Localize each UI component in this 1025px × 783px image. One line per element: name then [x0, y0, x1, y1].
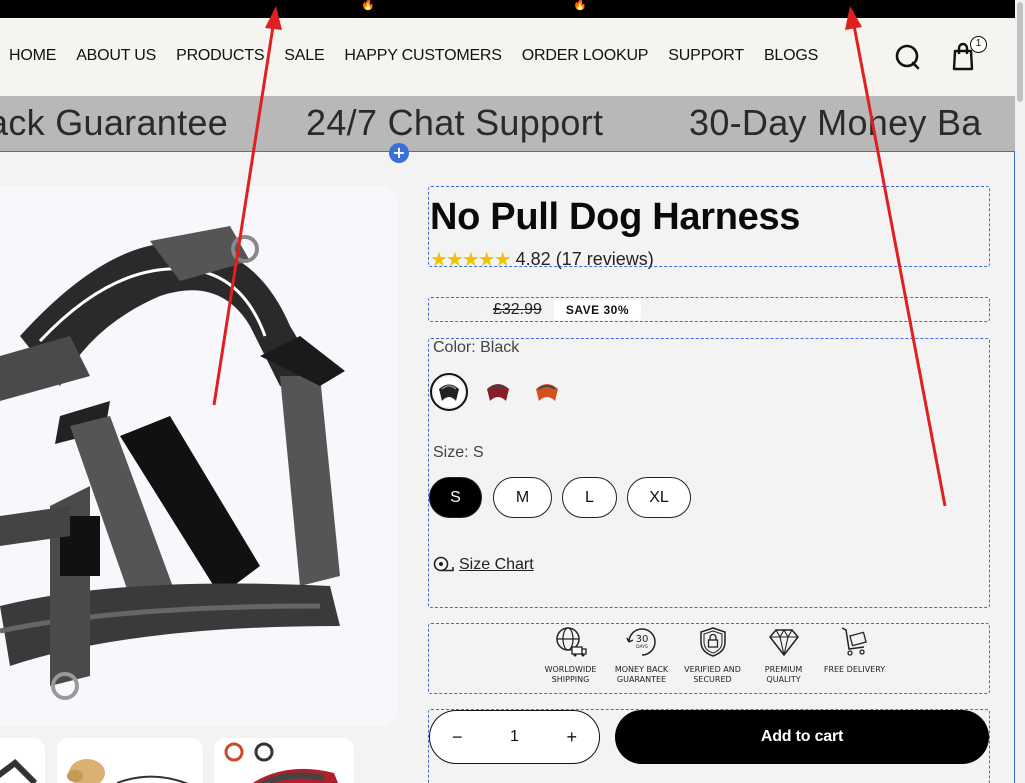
trust-badges: WORLDWIDE SHIPPING 30 DAYS MONEY BACK GUA…	[535, 625, 890, 685]
badge-label: WORLDWIDE SHIPPING	[544, 665, 597, 684]
size-option-l[interactable]: L	[562, 477, 617, 518]
size-chart-text: Size Chart	[459, 556, 534, 573]
badge-worldwide-shipping: WORLDWIDE SHIPPING	[535, 625, 606, 685]
dog-harness-image	[0, 226, 345, 700]
nav-item-products[interactable]: PRODUCTS	[176, 47, 264, 65]
cart-count-badge: 1	[970, 36, 987, 53]
badge-premium-quality: PREMIUM QUALITY	[748, 625, 819, 685]
tape-measure-icon	[433, 556, 454, 572]
30-days-number: 30	[635, 634, 648, 645]
compare-price: £32.99	[492, 301, 542, 318]
search-icon[interactable]	[893, 39, 923, 73]
badge-money-back: 30 DAYS MONEY BACK GUARANTEE	[606, 625, 677, 685]
thumbnail-image[interactable]	[0, 738, 45, 783]
thumbnail-strip	[0, 738, 400, 783]
add-section-button[interactable]: +	[389, 143, 409, 163]
current-price: £22.99	[432, 301, 481, 318]
30-days-unit: DAYS	[636, 644, 648, 650]
badge-free-delivery: FREE DELIVERY	[819, 625, 890, 685]
cart-box-icon	[841, 627, 867, 656]
shopping-bag-icon[interactable]: 1	[949, 36, 987, 73]
size-option-m[interactable]: M	[493, 477, 552, 518]
marquee-item: ack Guarantee	[0, 102, 229, 143]
product-main-image[interactable]	[0, 186, 398, 726]
header-actions: 1	[893, 36, 987, 73]
quantity-value[interactable]: 1	[510, 728, 519, 746]
price-row: £22.99 £32.99 SAVE 30%	[432, 300, 642, 320]
benefits-marquee: ack Guarantee 24/7 Chat Support 30-Day M…	[0, 96, 1015, 151]
marquee-item: 24/7 Chat Support	[306, 102, 604, 143]
add-to-cart-button[interactable]: Add to cart	[615, 710, 989, 764]
color-swatch-red[interactable]	[479, 373, 517, 411]
30-days-icon: 30DAYS	[625, 628, 656, 656]
size-label: Size: S	[433, 444, 484, 461]
marquee-item: 30-Day Money Ba	[689, 102, 982, 143]
scrollbar-thumb[interactable]	[1017, 2, 1023, 102]
flame-icon: 🔥	[573, 0, 587, 11]
main-nav: HOME ABOUT US PRODUCTS SALE HAPPY CUSTOM…	[9, 47, 818, 65]
size-option-xl[interactable]: XL	[627, 477, 691, 518]
color-swatch-black[interactable]	[430, 373, 468, 411]
flame-icon: 🔥	[361, 0, 375, 11]
product-rating[interactable]: ★★★★★ 4.82 (17 reviews)	[430, 247, 654, 272]
color-label: Color: Black	[433, 339, 520, 356]
size-chart-link[interactable]: Size Chart	[433, 556, 534, 574]
star-rating-icon: ★★★★★	[430, 249, 512, 271]
save-badge: SAVE 30%	[553, 300, 642, 320]
quantity-increase-button[interactable]: +	[566, 727, 577, 748]
announcement-bar: 🔥 🔥	[0, 0, 1015, 18]
globe-truck-icon	[555, 627, 587, 657]
badge-label: MONEY BACK GUARANTEE	[614, 665, 669, 684]
color-swatch-orange[interactable]	[528, 373, 566, 411]
page-scrollbar[interactable]	[1015, 0, 1025, 783]
thumbnail-image[interactable]	[214, 738, 354, 783]
badge-verified-secured: VERIFIED AND SECURED	[677, 625, 748, 685]
nav-item-blogs[interactable]: BLOGS	[764, 47, 818, 65]
product-title: No Pull Dog Harness	[430, 196, 801, 238]
site-header: HOME ABOUT US PRODUCTS SALE HAPPY CUSTOM…	[0, 18, 1015, 96]
size-option-s[interactable]: S	[429, 477, 482, 518]
nav-item-home[interactable]: HOME	[9, 47, 56, 65]
diamond-icon	[768, 628, 799, 656]
quantity-stepper: − 1 +	[429, 710, 600, 764]
nav-item-about-us[interactable]: ABOUT US	[76, 47, 156, 65]
nav-item-happy-customers[interactable]: HAPPY CUSTOMERS	[344, 47, 502, 65]
nav-item-sale[interactable]: SALE	[284, 47, 324, 65]
thumbnail-image[interactable]	[57, 738, 203, 783]
shield-lock-icon	[699, 627, 726, 657]
badge-label: VERIFIED AND SECURED	[684, 665, 741, 684]
product-page: 🔥 🔥 HOME ABOUT US PRODUCTS SALE HAPPY CU…	[0, 0, 1025, 783]
nav-item-order-lookup[interactable]: ORDER LOOKUP	[522, 47, 649, 65]
badge-label: FREE DELIVERY	[823, 665, 886, 674]
nav-item-support[interactable]: SUPPORT	[668, 47, 744, 65]
badge-label: PREMIUM QUALITY	[764, 665, 803, 684]
rating-text: 4.82 (17 reviews)	[515, 249, 654, 269]
quantity-decrease-button[interactable]: −	[452, 727, 463, 748]
